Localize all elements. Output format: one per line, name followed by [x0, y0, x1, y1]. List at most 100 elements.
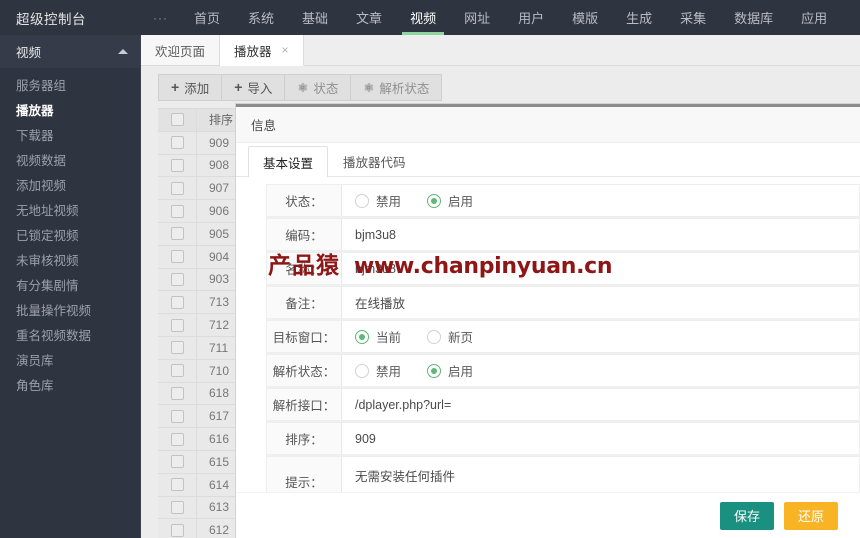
row-checkbox[interactable]	[170, 523, 184, 537]
sidebar-item-9[interactable]: 批量操作视频	[0, 297, 140, 322]
form-value-8[interactable]: 无需安装任何插件	[355, 466, 455, 485]
top-nav-item-5[interactable]: 网址	[450, 0, 504, 35]
row-checkbox[interactable]	[170, 181, 184, 195]
top-nav-item-1[interactable]: 系统	[234, 0, 288, 35]
row-checkbox[interactable]	[170, 204, 184, 218]
row-checkbox[interactable]	[170, 158, 184, 172]
row-select-cell[interactable]	[158, 523, 196, 537]
toolbar-button-0[interactable]: + 添加	[158, 73, 223, 101]
sidebar-item-0[interactable]: 服务器组	[0, 72, 140, 97]
select-all-checkbox[interactable]	[170, 113, 184, 127]
row-select-cell[interactable]	[158, 318, 196, 332]
sidebar-item-7[interactable]: 未审核视频	[0, 247, 140, 272]
sidebar-group-header[interactable]: 视频	[0, 35, 140, 68]
row-select-cell[interactable]	[158, 204, 196, 218]
top-nav-item-7[interactable]: 模版	[558, 0, 612, 35]
form-control-6[interactable]: /dplayer.php?url=	[341, 388, 860, 421]
form-control-2[interactable]: bjm3u8	[341, 252, 860, 285]
form-control-3[interactable]: 在线播放	[341, 286, 860, 319]
row-checkbox[interactable]	[170, 250, 184, 264]
sidebar-item-5[interactable]: 无地址视频	[0, 197, 140, 222]
row-select-cell[interactable]	[158, 181, 196, 195]
sidebar-item-6[interactable]: 已锁定视频	[0, 222, 140, 247]
form-value-1[interactable]: bjm3u8	[355, 228, 396, 242]
row-checkbox[interactable]	[170, 478, 184, 492]
top-nav-item-6[interactable]: 用户	[504, 0, 558, 35]
top-nav-item-8[interactable]: 生成	[612, 0, 666, 35]
row-checkbox[interactable]	[170, 364, 184, 378]
sidebar-item-12[interactable]: 角色库	[0, 372, 140, 397]
top-nav-more-menu[interactable]: ···	[141, 0, 180, 35]
row-select-cell[interactable]	[158, 386, 196, 400]
top-nav-item-10[interactable]: 数据库	[720, 0, 787, 35]
row-select-cell[interactable]	[158, 136, 196, 150]
form-control-1[interactable]: bjm3u8	[341, 218, 860, 251]
row-checkbox[interactable]	[170, 295, 184, 309]
top-nav-item-3[interactable]: 文章	[342, 0, 396, 35]
top-nav-item-2[interactable]: 基础	[288, 0, 342, 35]
content-tab-1[interactable]: 播放器 ×	[220, 35, 304, 66]
radio-option-4-1[interactable]: 新页	[427, 327, 473, 346]
radio-dot-icon[interactable]	[355, 329, 369, 344]
radio-dot-icon[interactable]	[427, 193, 442, 208]
sidebar-item-2[interactable]: 下载器	[0, 122, 140, 147]
top-nav-item-9[interactable]: 采集	[666, 0, 720, 35]
sidebar-item-11[interactable]: 演员库	[0, 347, 140, 372]
top-nav-item-0[interactable]: 首页	[180, 0, 234, 35]
radio-dot-icon[interactable]	[355, 193, 369, 208]
sidebar-item-10[interactable]: 重名视频数据	[0, 322, 140, 347]
row-checkbox[interactable]	[170, 386, 184, 400]
top-nav-item-11[interactable]: 应用	[787, 0, 841, 35]
row-select-cell[interactable]	[158, 364, 196, 378]
row-select-cell[interactable]	[158, 432, 196, 446]
sidebar-item-3[interactable]: 视频数据	[0, 147, 140, 172]
chevron-up-icon[interactable]	[118, 49, 128, 54]
row-select-cell[interactable]	[158, 478, 196, 492]
row-select-cell[interactable]	[158, 158, 196, 172]
modal-button-0[interactable]: 保存	[719, 501, 774, 530]
row-checkbox[interactable]	[170, 227, 184, 241]
modal-tab-0[interactable]: 基本设置	[248, 146, 329, 177]
close-icon[interactable]: ×	[282, 43, 289, 57]
toolbar-button-2[interactable]: 状态	[284, 73, 352, 101]
row-checkbox[interactable]	[170, 318, 184, 332]
row-checkbox[interactable]	[170, 432, 184, 446]
form-value-2[interactable]: bjm3u8	[355, 262, 396, 276]
modal-tab-1[interactable]: 播放器代码	[328, 146, 421, 176]
sidebar-item-8[interactable]: 有分集剧情	[0, 272, 140, 297]
form-value-7[interactable]: 909	[355, 432, 376, 446]
radio-option-0-1[interactable]: 启用	[427, 191, 473, 210]
sidebar-item-4[interactable]: 添加视频	[0, 172, 140, 197]
row-checkbox[interactable]	[170, 341, 184, 355]
row-checkbox[interactable]	[170, 272, 184, 286]
row-checkbox[interactable]	[170, 409, 184, 423]
row-checkbox[interactable]	[170, 455, 184, 469]
row-select-cell[interactable]	[158, 455, 196, 469]
row-select-cell[interactable]	[158, 272, 196, 286]
row-select-cell[interactable]	[158, 409, 196, 423]
row-select-cell[interactable]	[158, 500, 196, 514]
form-value-6[interactable]: /dplayer.php?url=	[355, 398, 451, 412]
row-select-cell[interactable]	[158, 227, 196, 241]
select-all-cell[interactable]	[158, 113, 196, 127]
radio-dot-icon[interactable]	[427, 363, 442, 378]
radio-option-5-1[interactable]: 启用	[427, 361, 473, 380]
content-tab-0[interactable]: 欢迎页面	[141, 35, 221, 65]
row-select-cell[interactable]	[158, 250, 196, 264]
radio-dot-icon[interactable]	[355, 363, 369, 378]
radio-option-4-0[interactable]: 当前	[355, 327, 401, 346]
row-checkbox[interactable]	[170, 136, 184, 150]
form-value-3[interactable]: 在线播放	[355, 293, 405, 312]
radio-option-5-0[interactable]: 禁用	[355, 361, 401, 380]
radio-option-0-0[interactable]: 禁用	[355, 191, 401, 210]
toolbar-button-1[interactable]: + 导入	[221, 73, 286, 101]
row-checkbox[interactable]	[170, 500, 184, 514]
toolbar-button-3[interactable]: 解析状态	[350, 73, 443, 101]
sidebar-item-1[interactable]: 播放器	[0, 97, 140, 122]
row-select-cell[interactable]	[158, 341, 196, 355]
modal-button-1[interactable]: 还原	[783, 501, 838, 530]
top-nav-item-4[interactable]: 视频	[396, 0, 450, 35]
form-control-7[interactable]: 909	[341, 422, 860, 455]
radio-dot-icon[interactable]	[427, 329, 442, 344]
row-select-cell[interactable]	[158, 295, 196, 309]
